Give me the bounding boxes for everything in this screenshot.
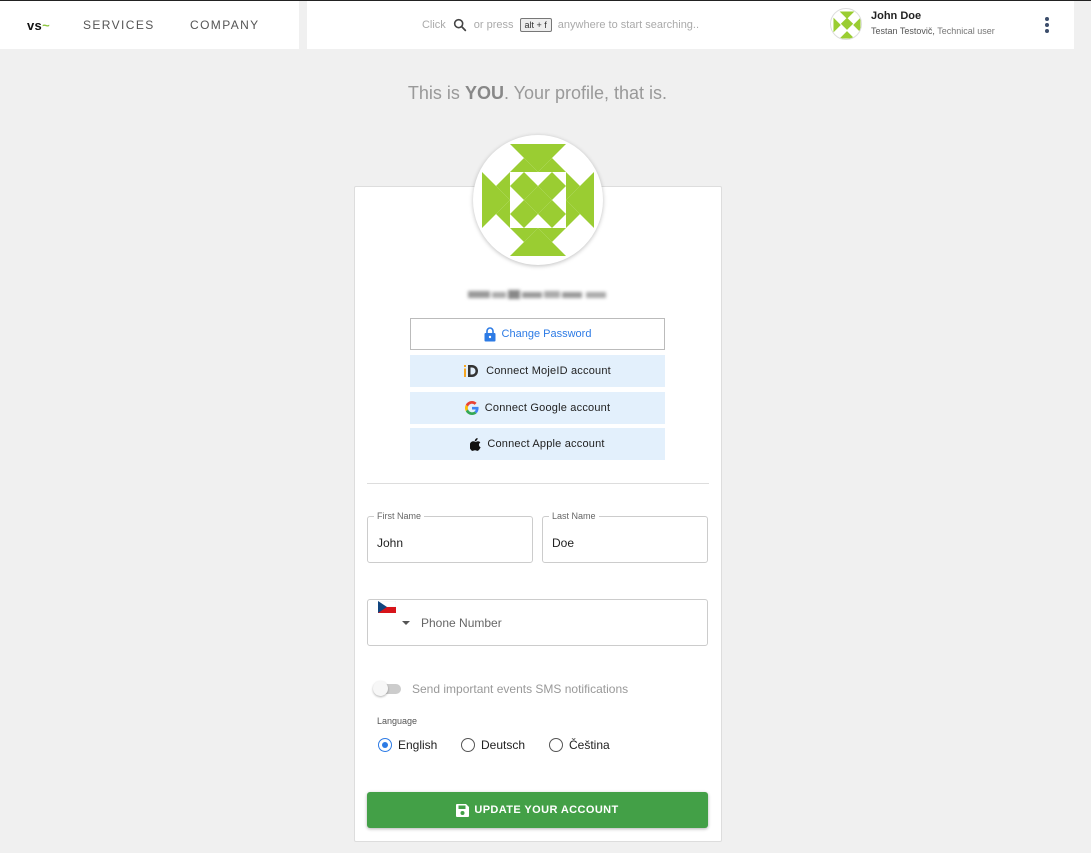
change-password-button[interactable]: Change Password (410, 318, 665, 350)
page-title-prefix: This is (407, 83, 465, 103)
last-name-field[interactable]: Last Name Doe (542, 511, 708, 563)
first-name-field[interactable]: First Name John (367, 511, 533, 563)
logo-text: vs (27, 17, 43, 33)
search-bar[interactable]: Click or press alt + f anywhere to start… (307, 1, 814, 49)
google-icon (464, 401, 479, 415)
user-name: John Doe (871, 10, 922, 22)
search-hint-click: Click (421, 19, 446, 31)
first-name-value[interactable]: John (377, 536, 403, 550)
search-shortcut-key: alt + f (519, 18, 552, 32)
user-org: Testan Testovič, (871, 26, 935, 36)
search-hint-rest: anywhere to start searching.. (557, 19, 700, 31)
connect-google-label: Connect Google account (484, 402, 611, 414)
change-password-label: Change Password (501, 328, 592, 340)
phone-number-field[interactable]: Phone Number (367, 599, 708, 646)
user-avatar[interactable] (830, 8, 862, 40)
page-title: This is YOU. Your profile, that is. (0, 83, 1075, 104)
first-name-label: First Name (374, 511, 425, 521)
logo-tilde: ~ (42, 17, 50, 33)
radio-checked-icon[interactable] (378, 738, 392, 752)
connect-google-button[interactable]: Connect Google account (410, 392, 665, 424)
connect-mojeid-label: Connect MojeID account (486, 365, 611, 377)
czech-flag-icon[interactable] (378, 601, 396, 613)
radio-unchecked-icon[interactable] (549, 738, 563, 752)
profile-avatar (473, 135, 603, 265)
language-option-label: Čeština (569, 738, 610, 752)
section-divider (367, 483, 709, 484)
connect-apple-label: Connect Apple account (487, 438, 605, 450)
user-subtitle: Testan Testovič, Technical user (871, 26, 995, 36)
chevron-down-icon[interactable] (402, 621, 410, 625)
user-role: Technical user (937, 26, 995, 36)
top-nav: vs~ SERVICES COMPANY (0, 1, 299, 49)
connect-mojeid-button[interactable]: Connect MojeID account (410, 355, 665, 387)
page-title-bold: YOU (464, 83, 504, 103)
language-radio-cestina[interactable]: Čeština (549, 738, 610, 752)
more-options-icon[interactable] (1041, 17, 1053, 33)
page-title-suffix: . Your profile, that is. (503, 83, 668, 103)
language-radio-deutsch[interactable]: Deutsch (461, 738, 525, 752)
connect-apple-button[interactable]: Connect Apple account (410, 428, 665, 460)
language-option-label: Deutsch (481, 738, 526, 752)
last-name-label: Last Name (549, 511, 599, 521)
search-icon[interactable] (452, 17, 468, 33)
lock-icon (484, 326, 496, 342)
last-name-value[interactable]: Doe (552, 536, 574, 550)
apple-icon (470, 437, 481, 451)
nav-company[interactable]: COMPANY (190, 18, 260, 32)
sms-notifications-label: Send important events SMS notifications (412, 682, 629, 696)
user-menu[interactable]: John Doe Testan Testovič, Technical user (814, 1, 1074, 49)
radio-unchecked-icon[interactable] (461, 738, 475, 752)
logo[interactable]: vs~ (27, 18, 50, 33)
identicon-icon (833, 11, 861, 39)
language-option-label: English (398, 738, 438, 752)
save-icon (456, 803, 470, 817)
update-account-label: UPDATE YOUR ACCOUNT (474, 804, 619, 816)
identicon-icon (482, 144, 594, 256)
update-account-button[interactable]: UPDATE YOUR ACCOUNT (367, 792, 708, 828)
phone-number-input[interactable]: Phone Number (421, 616, 502, 630)
nav-services[interactable]: SERVICES (83, 18, 155, 32)
language-radio-english[interactable]: English (378, 738, 437, 752)
email-redacted (468, 290, 606, 299)
mojeid-icon (464, 365, 480, 377)
language-label: Language (377, 716, 418, 726)
search-hint-or-press: or press (473, 19, 514, 31)
sms-notifications-toggle[interactable] (373, 681, 401, 696)
